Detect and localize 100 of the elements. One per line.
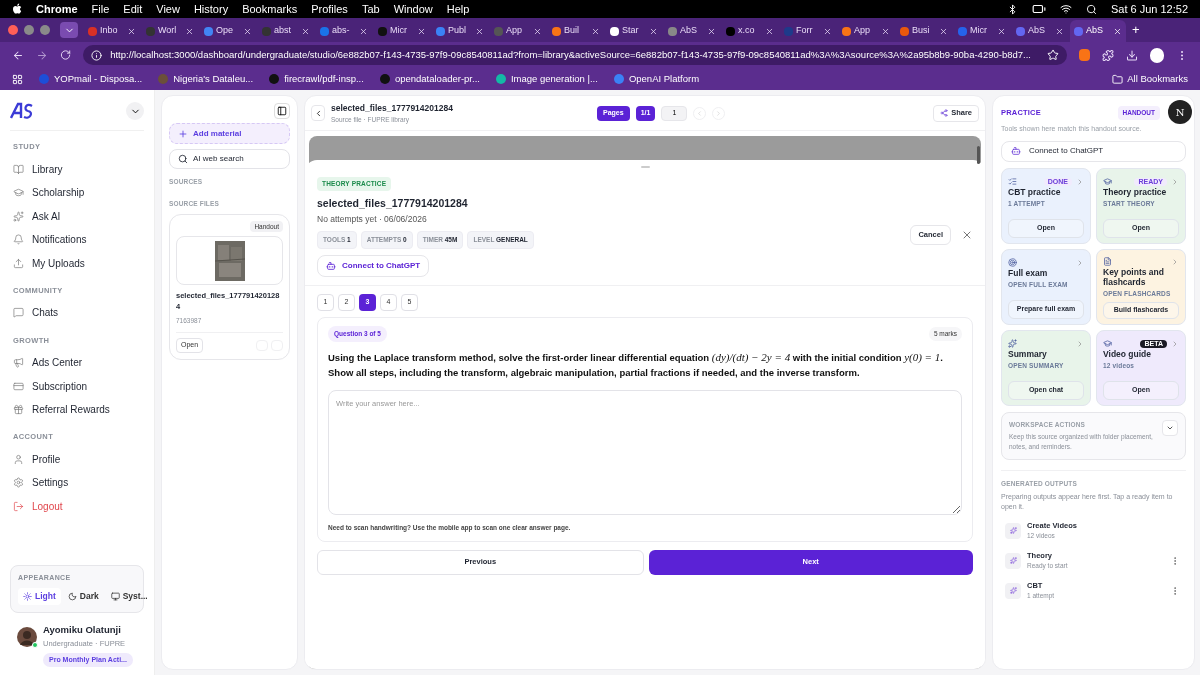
- menu-item[interactable]: Help: [446, 0, 470, 18]
- browser-tab[interactable]: Ope: [200, 20, 256, 42]
- extensions-icon[interactable]: [1102, 48, 1115, 62]
- close-window-button[interactable]: [8, 25, 18, 35]
- drag-handle[interactable]: [640, 166, 650, 168]
- menu-item[interactable]: Profiles: [311, 0, 348, 18]
- close-icon[interactable]: [185, 26, 194, 36]
- theme-option[interactable]: Syst...: [105, 588, 153, 605]
- nav-item[interactable]: My Uploads: [10, 251, 144, 275]
- bookmark[interactable]: Image generation |...: [495, 71, 598, 87]
- minimize-window-button[interactable]: [24, 25, 34, 35]
- bookmark[interactable]: Nigeria's Dataleu...: [158, 71, 254, 87]
- connect-chatgpt-button[interactable]: Connect to ChatGPT: [317, 255, 430, 277]
- browser-tab[interactable]: Micr: [374, 20, 430, 42]
- browser-tab[interactable]: abs-: [316, 20, 372, 42]
- profile-avatar[interactable]: [1150, 47, 1164, 63]
- panel-toggle-button[interactable]: [274, 103, 290, 119]
- add-material-button[interactable]: Add material: [169, 123, 290, 144]
- browser-tab[interactable]: Inbo: [84, 20, 140, 42]
- tab-search-button[interactable]: [60, 22, 78, 38]
- browser-tab[interactable]: abst: [258, 20, 314, 42]
- nav-item[interactable]: Chats: [10, 301, 144, 325]
- nav-item[interactable]: Notifications: [10, 227, 144, 252]
- theme-option[interactable]: Light: [18, 588, 61, 605]
- close-icon[interactable]: [417, 26, 426, 36]
- user-avatar[interactable]: [17, 627, 37, 647]
- browser-tab[interactable]: Worl: [142, 20, 198, 42]
- close-icon[interactable]: [359, 26, 368, 36]
- menu-app-name[interactable]: Chrome: [36, 0, 78, 18]
- download-icon[interactable]: [1126, 48, 1139, 62]
- browser-tab[interactable]: Publ: [432, 20, 488, 42]
- browser-tab[interactable]: App: [490, 20, 546, 42]
- reload-icon[interactable]: [60, 49, 72, 61]
- megaphone-icon: [13, 357, 24, 368]
- star-icon[interactable]: [1046, 49, 1059, 61]
- close-icon[interactable]: [301, 26, 310, 36]
- extension-icon[interactable]: [1078, 49, 1091, 61]
- close-icon[interactable]: [533, 26, 542, 36]
- browser-tab[interactable]: Star: [606, 20, 662, 42]
- browser-tab[interactable]: AbS: [1070, 20, 1126, 42]
- bookmark[interactable]: OpenAI Platform: [613, 71, 700, 87]
- menu-item[interactable]: History: [193, 0, 229, 18]
- close-icon[interactable]: [823, 26, 832, 36]
- account-avatar[interactable]: N: [1168, 100, 1192, 124]
- maximize-window-button[interactable]: [40, 25, 50, 35]
- browser-tab[interactable]: Micr: [954, 20, 1010, 42]
- menu-clock[interactable]: Sat 6 Jun 12:52: [1110, 0, 1188, 18]
- new-tab-button[interactable]: +: [1132, 20, 1140, 40]
- menu-item[interactable]: Edit: [123, 0, 143, 18]
- search-field[interactable]: AI web search: [169, 149, 290, 169]
- close-icon[interactable]: [127, 26, 136, 36]
- nav-item[interactable]: Referral Rewards: [10, 397, 144, 422]
- nav-item[interactable]: Library: [10, 157, 144, 181]
- menu-item[interactable]: Tab: [361, 0, 380, 18]
- nav-item[interactable]: Ask AI: [10, 204, 144, 228]
- close-icon[interactable]: [707, 26, 716, 36]
- browser-tab[interactable]: Busi: [896, 20, 952, 42]
- menu-item[interactable]: File: [91, 0, 110, 18]
- close-icon[interactable]: [765, 26, 774, 36]
- close-icon[interactable]: [997, 26, 1006, 36]
- close-icon[interactable]: [939, 26, 948, 36]
- nav-item[interactable]: Subscription: [10, 374, 144, 398]
- connect-chatgpt-button[interactable]: Connect to ChatGPT: [1001, 140, 1186, 162]
- apps-icon[interactable]: [12, 73, 23, 85]
- address-bar[interactable]: http://localhost:3000/dashboard/undergraduate/studio/6e882b07-f143-4735-97f9-09c8540811ad?from=library&activeSource=6e882b07-f143-4735-97f9-09c8540811ad%3A%3Asource%3A%2a95b8b9-90ba-4290-b8d7...: [83, 45, 1067, 65]
- document-title: selected_files_1777914201284: [331, 101, 454, 115]
- bookmark[interactable]: opendataloader-pr...: [379, 71, 480, 87]
- wifi-icon[interactable]: [1059, 3, 1072, 15]
- browser-tab[interactable]: Forr: [780, 20, 836, 42]
- close-icon[interactable]: [1113, 26, 1122, 36]
- menu-item[interactable]: Bookmarks: [242, 0, 298, 18]
- all-bookmarks[interactable]: All Bookmarks: [1112, 71, 1188, 87]
- battery-icon[interactable]: [1031, 2, 1046, 16]
- menu-item[interactable]: View: [156, 0, 180, 18]
- search-icon[interactable]: [1085, 3, 1097, 15]
- nav-item[interactable]: Settings: [10, 471, 144, 495]
- browser-tab[interactable]: x.co: [722, 20, 778, 42]
- theme-option[interactable]: Dark: [62, 588, 104, 605]
- nav-item[interactable]: Logout: [10, 494, 144, 518]
- browser-tab[interactable]: AbS: [1012, 20, 1068, 42]
- nav-item[interactable]: Profile: [10, 447, 144, 471]
- browser-tab[interactable]: AbS: [664, 20, 720, 42]
- nav-item[interactable]: Ads Center: [10, 350, 144, 375]
- close-icon[interactable]: [1055, 26, 1064, 36]
- collapse-button[interactable]: [126, 102, 144, 120]
- close-icon[interactable]: [649, 26, 658, 36]
- browser-tab[interactable]: App: [838, 20, 894, 42]
- nav-item[interactable]: Scholarship: [10, 180, 144, 205]
- close-icon[interactable]: [243, 26, 252, 36]
- bookmark[interactable]: firecrawl/pdf-insp...: [269, 71, 364, 87]
- close-icon[interactable]: [881, 26, 890, 36]
- close-icon[interactable]: [475, 26, 484, 36]
- apple-icon[interactable]: [12, 3, 22, 15]
- info-icon[interactable]: [91, 49, 103, 61]
- browser-tab[interactable]: Buil: [548, 20, 604, 42]
- close-icon[interactable]: [591, 26, 600, 36]
- menu-item[interactable]: Window: [393, 0, 433, 18]
- bookmark[interactable]: YOPmail - Disposa...: [39, 71, 143, 87]
- close-icon[interactable]: [961, 229, 973, 241]
- graduation-cap-icon: [13, 187, 24, 198]
